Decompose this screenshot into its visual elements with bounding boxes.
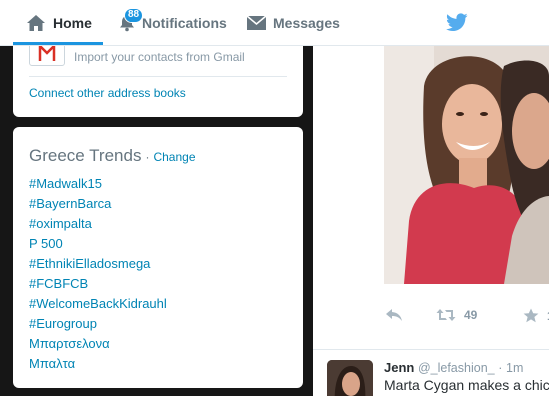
trend-item[interactable]: P 500 bbox=[29, 234, 167, 254]
trend-item[interactable]: #EthnikiElladosmega bbox=[29, 254, 167, 274]
trends-title: Greece Trends bbox=[29, 146, 142, 165]
retweet-icon bbox=[436, 309, 456, 321]
tweet-stream: 49 14 Jenn @_lefashion_ · 1m Marta Cygan… bbox=[313, 46, 549, 396]
nav-notifications-label: Notifications bbox=[142, 15, 227, 31]
star-icon bbox=[523, 308, 539, 323]
trends-card: Greece Trends · Change #Madwalk15 #Bayer… bbox=[13, 127, 303, 388]
twitter-bird-logo-icon[interactable] bbox=[446, 13, 468, 32]
tweet-actions-bar: 49 14 bbox=[313, 302, 549, 332]
retweet-count: 49 bbox=[464, 308, 478, 322]
trends-header: Greece Trends · Change bbox=[29, 146, 196, 166]
notifications-count-badge: 88 bbox=[124, 8, 144, 23]
nav-messages[interactable]: Messages bbox=[246, 0, 340, 46]
tweet-timestamp[interactable]: 1m bbox=[506, 361, 523, 375]
trend-item[interactable]: #WelcomeBackKidrauhl bbox=[29, 294, 167, 314]
active-tab-indicator bbox=[13, 42, 103, 45]
favorite-button[interactable]: 14 bbox=[523, 308, 549, 323]
nav-notifications[interactable]: Notifications bbox=[118, 0, 227, 46]
connect-address-books-link[interactable]: Connect other address books bbox=[29, 86, 186, 100]
tweet-header: Jenn @_lefashion_ · 1m bbox=[384, 360, 523, 375]
card-divider bbox=[29, 76, 287, 77]
top-navigation-bar: Home Notifications 88 Messages bbox=[0, 0, 549, 46]
nav-home[interactable]: Home bbox=[26, 0, 92, 46]
tweet-photo[interactable] bbox=[384, 46, 549, 284]
trend-item[interactable]: #BayernBarca bbox=[29, 194, 167, 214]
tweet-author-name[interactable]: Jenn bbox=[384, 360, 414, 375]
reply-button[interactable] bbox=[385, 308, 411, 322]
tweet-text: Marta Cygan makes a chic bbox=[384, 377, 549, 393]
retweet-button[interactable]: 49 bbox=[436, 308, 477, 322]
tweet-author-handle[interactable]: @_lefashion_ bbox=[418, 361, 495, 375]
trends-change-link[interactable]: Change bbox=[153, 150, 195, 164]
tweet-divider bbox=[313, 349, 549, 350]
envelope-icon bbox=[246, 15, 267, 30]
trend-item[interactable]: Μπαλτα bbox=[29, 354, 167, 374]
reply-arrow-icon bbox=[386, 309, 402, 321]
import-gmail-text: Import your contacts from Gmail bbox=[74, 50, 245, 64]
trend-item[interactable]: #Madwalk15 bbox=[29, 174, 167, 194]
home-icon bbox=[27, 15, 45, 31]
nav-home-label: Home bbox=[53, 15, 92, 31]
trends-list: #Madwalk15 #BayernBarca #oximpalta P 500… bbox=[29, 174, 167, 374]
trend-item[interactable]: #Eurogroup bbox=[29, 314, 167, 334]
trend-item[interactable]: #FCBFCB bbox=[29, 274, 167, 294]
trend-item[interactable]: Μπαρτσελονα bbox=[29, 334, 167, 354]
avatar[interactable] bbox=[327, 360, 373, 396]
nav-messages-label: Messages bbox=[273, 15, 340, 31]
trends-separator: · bbox=[145, 150, 150, 164]
trend-item[interactable]: #oximpalta bbox=[29, 214, 167, 234]
tweet-separator: · bbox=[498, 361, 503, 375]
